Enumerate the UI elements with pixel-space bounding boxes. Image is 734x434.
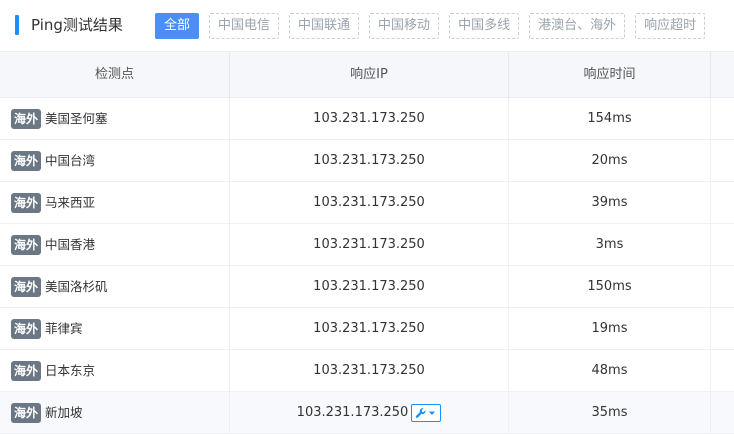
time-cell: 39ms <box>509 182 711 223</box>
location-cell: 海外 美国圣何塞 <box>0 98 230 139</box>
location-cell: 海外 菲律宾 <box>0 308 230 349</box>
filter-tabs: 全部 中国电信 中国联通 中国移动 中国多线 港澳台、海外 响应超时 <box>155 13 715 39</box>
region-badge: 海外 <box>11 150 42 171</box>
extra-cell <box>711 224 734 265</box>
tab-china-mobile[interactable]: 中国移动 <box>369 13 440 39</box>
column-header-location[interactable]: 检测点 <box>0 52 230 98</box>
time-cell: 150ms <box>509 266 711 307</box>
ip-cell: 103.231.173.250 <box>230 266 509 307</box>
region-badge: 海外 <box>11 108 42 129</box>
tab-hk-macau-taiwan-overseas[interactable]: 港澳台、海外 <box>529 13 626 39</box>
ip-cell: 103.231.173.250 <box>230 182 509 223</box>
ip-cell: 103.231.173.250 <box>230 140 509 181</box>
location-name: 菲律宾 <box>45 321 83 336</box>
extra-cell <box>711 182 734 223</box>
table-row: 海外 中国台湾 103.231.173.250 20ms <box>0 140 734 182</box>
ip-with-tool: 103.231.173.250 <box>297 392 442 433</box>
region-badge: 海外 <box>11 192 42 213</box>
title-accent-bar <box>15 15 19 35</box>
location-name: 中国香港 <box>45 237 96 252</box>
extra-cell <box>711 392 734 433</box>
caret-down-icon <box>429 411 436 415</box>
table-row: 海外 中国香港 103.231.173.250 3ms <box>0 224 734 266</box>
region-badge: 海外 <box>11 234 42 255</box>
table-row: 海外 美国洛杉矶 103.231.173.250 150ms <box>0 266 734 308</box>
extra-cell <box>711 140 734 181</box>
location-name: 日本东京 <box>45 363 96 378</box>
ip-cell: 103.231.173.250 <box>230 350 509 391</box>
location-name: 新加坡 <box>45 405 83 420</box>
region-badge: 海外 <box>11 318 42 339</box>
table-row: 海外 日本东京 103.231.173.250 48ms <box>0 350 734 392</box>
table-row: 海外 新加坡 103.231.173.250 35ms <box>0 392 734 434</box>
time-cell: 154ms <box>509 98 711 139</box>
location-cell: 海外 马来西亚 <box>0 182 230 223</box>
extra-cell <box>711 98 734 139</box>
wrench-icon <box>416 407 436 418</box>
tab-china-multiline[interactable]: 中国多线 <box>449 13 520 39</box>
ip-text: 103.231.173.250 <box>296 405 409 420</box>
table-row: 海外 马来西亚 103.231.173.250 39ms <box>0 182 734 224</box>
tab-all[interactable]: 全部 <box>155 13 200 39</box>
location-cell: 海外 美国洛杉矶 <box>0 266 230 307</box>
location-name: 美国洛杉矶 <box>45 279 108 294</box>
extra-cell <box>711 266 734 307</box>
ip-cell: 103.231.173.250 <box>230 98 509 139</box>
time-cell: 35ms <box>509 392 711 433</box>
column-header-time[interactable]: 响应时间 <box>509 52 711 98</box>
column-header-extra <box>711 52 734 98</box>
ip-cell: 103.231.173.250 <box>230 392 509 433</box>
region-badge: 海外 <box>11 402 42 423</box>
tab-timeout[interactable]: 响应超时 <box>635 13 706 39</box>
ip-cell: 103.231.173.250 <box>230 308 509 349</box>
column-header-ip[interactable]: 响应IP <box>230 52 509 98</box>
location-name: 中国台湾 <box>45 153 96 168</box>
location-cell: 海外 中国香港 <box>0 224 230 265</box>
region-badge: 海外 <box>11 276 42 297</box>
ip-cell: 103.231.173.250 <box>230 224 509 265</box>
location-cell: 海外 中国台湾 <box>0 140 230 181</box>
time-cell: 20ms <box>509 140 711 181</box>
location-name: 美国圣何塞 <box>45 111 108 126</box>
table-header: 检测点 响应IP 响应时间 <box>0 52 734 98</box>
time-cell: 19ms <box>509 308 711 349</box>
location-name: 马来西亚 <box>45 195 96 210</box>
results-table: 检测点 响应IP 响应时间 海外 美国圣何塞 103.231.173.250 1… <box>0 52 734 434</box>
results-header: Ping测试结果 全部 中国电信 中国联通 中国移动 中国多线 港澳台、海外 响… <box>0 0 734 52</box>
location-cell: 海外 新加坡 <box>0 392 230 433</box>
time-cell: 48ms <box>509 350 711 391</box>
wrench-dropdown-icon[interactable] <box>411 403 442 422</box>
table-row: 海外 菲律宾 103.231.173.250 19ms <box>0 308 734 350</box>
page-title: Ping测试结果 <box>31 16 123 34</box>
tab-china-telecom[interactable]: 中国电信 <box>209 13 280 39</box>
location-cell: 海外 日本东京 <box>0 350 230 391</box>
extra-cell <box>711 350 734 391</box>
time-cell: 3ms <box>509 224 711 265</box>
extra-cell <box>711 308 734 349</box>
region-badge: 海外 <box>11 360 42 381</box>
tab-china-unicom[interactable]: 中国联通 <box>289 13 360 39</box>
table-row: 海外 美国圣何塞 103.231.173.250 154ms <box>0 98 734 140</box>
